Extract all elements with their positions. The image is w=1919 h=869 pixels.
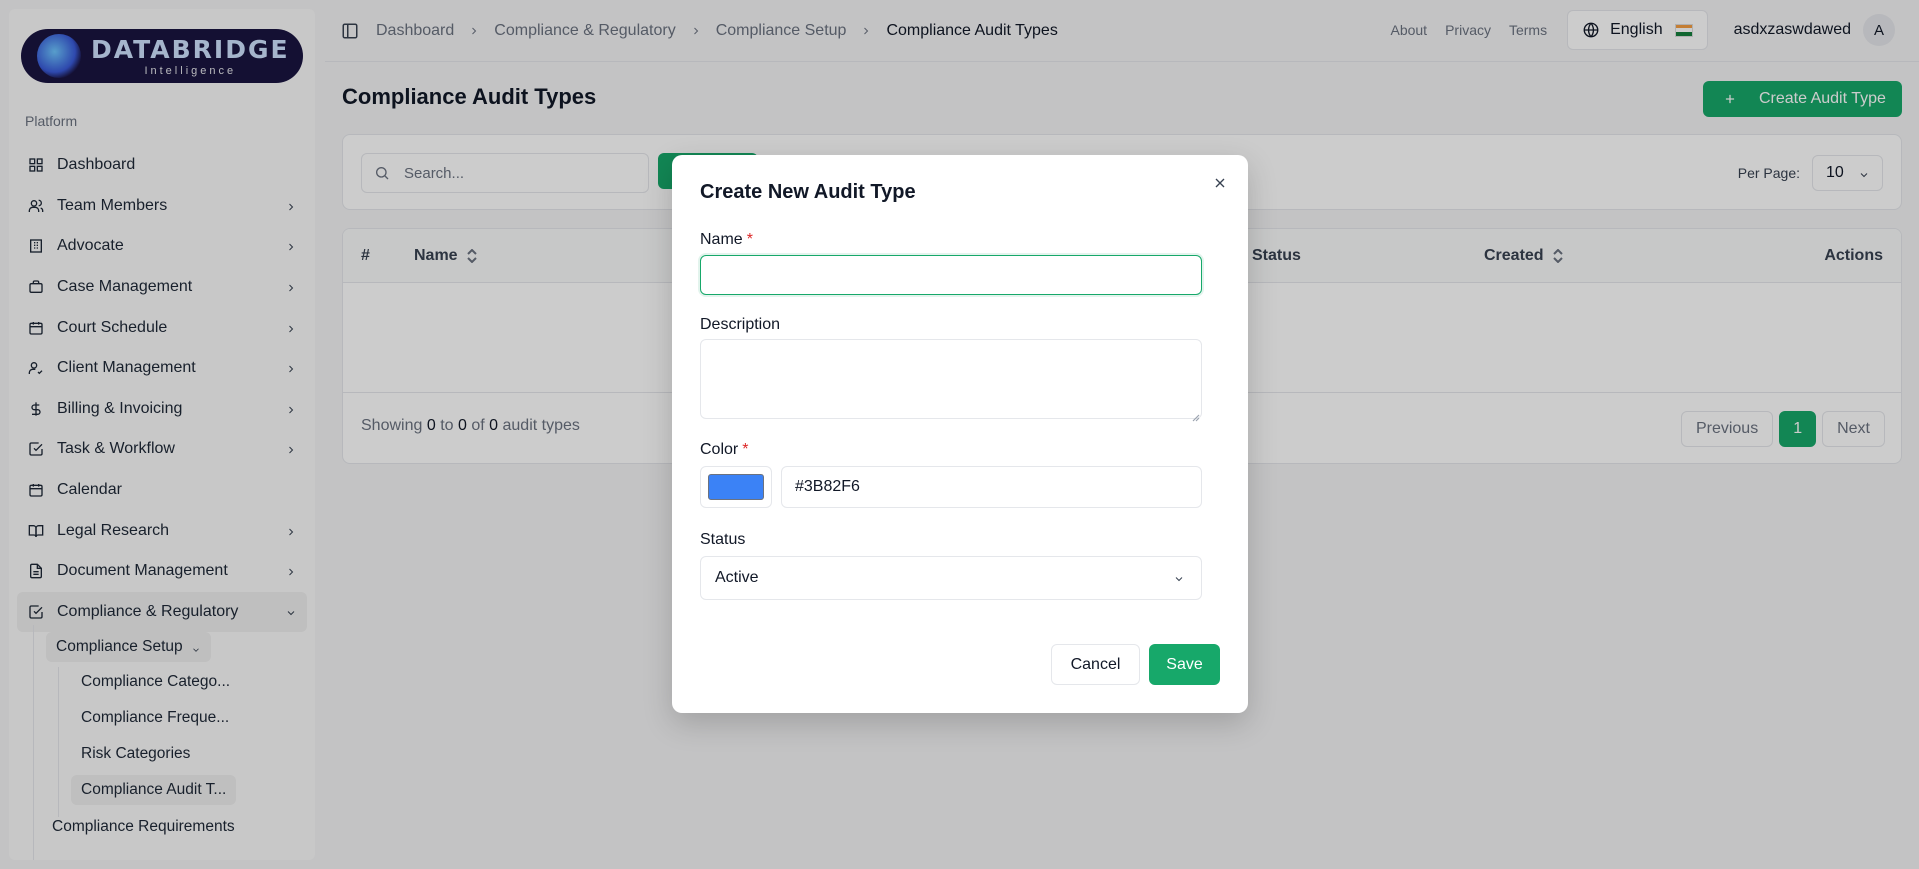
- color-hex-input[interactable]: [781, 466, 1202, 508]
- resize-handle-icon[interactable]: [1192, 409, 1200, 422]
- close-icon[interactable]: [1212, 175, 1228, 191]
- create-audit-type-dialog: Create New Audit Type Name * Description …: [672, 155, 1248, 713]
- save-button[interactable]: Save: [1149, 644, 1220, 685]
- required-mark: *: [746, 231, 753, 248]
- app-root: DATABRIDGE Intelligence Platform Dashboa…: [0, 0, 1919, 869]
- dialog-title: Create New Audit Type: [700, 181, 916, 203]
- color-label: Color *: [700, 441, 749, 458]
- color-picker[interactable]: [700, 466, 772, 508]
- color-swatch: [708, 474, 764, 500]
- name-input[interactable]: [700, 255, 1202, 295]
- description-label: Description: [700, 316, 781, 333]
- status-select[interactable]: Active: [700, 556, 1202, 600]
- name-label: Name *: [700, 231, 753, 248]
- status-label: Status: [700, 531, 746, 548]
- description-textarea[interactable]: [700, 339, 1202, 419]
- cancel-button[interactable]: Cancel: [1051, 644, 1140, 685]
- chevron-down-icon: [1173, 572, 1185, 584]
- status-value: Active: [715, 569, 759, 586]
- required-mark: *: [742, 441, 749, 458]
